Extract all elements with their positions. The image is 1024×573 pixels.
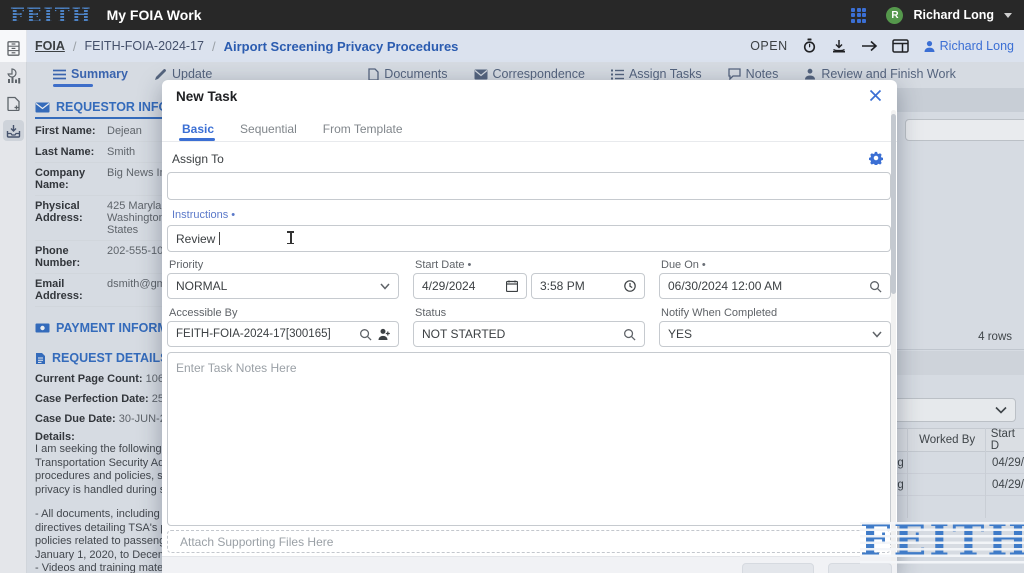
accessible-by-value: FEITH-FOIA-2024-17[300165]: [176, 328, 331, 340]
notify-select[interactable]: YES: [659, 321, 891, 347]
breadcrumb-case-title: Airport Screening Privacy Procedures: [223, 38, 459, 54]
avatar[interactable]: R: [886, 6, 904, 24]
start-date-label: Start Date •: [415, 259, 472, 271]
accessible-by-input[interactable]: FEITH-FOIA-2024-17[300165]: [167, 321, 399, 347]
assigned-user-label: Richard Long: [939, 39, 1014, 53]
dialog-footer: [162, 556, 897, 573]
divider: [162, 141, 897, 142]
search-icon: [624, 328, 636, 341]
breadcrumb-separator: /: [211, 38, 216, 54]
feith-watermark-logo: FEITH: [860, 518, 1024, 564]
search-icon: [870, 280, 882, 293]
breadcrumb-case-id[interactable]: FEITH-FOIA-2024-17: [84, 39, 203, 53]
user-menu[interactable]: Richard Long: [913, 8, 994, 22]
priority-value: NORMAL: [176, 279, 228, 293]
due-on-input[interactable]: 06/30/2024 12:00 AM: [659, 273, 891, 299]
start-date-input[interactable]: 4/29/2024: [413, 273, 527, 299]
breadcrumb-separator: /: [72, 38, 77, 54]
start-time-value: 3:58 PM: [540, 279, 585, 293]
tab-basic[interactable]: Basic: [182, 122, 214, 136]
instructions-input[interactable]: Review: [167, 225, 891, 252]
user-menu-caret-icon[interactable]: [1004, 12, 1012, 18]
top-bar: FEITH My FOIA Work R Richard Long: [0, 0, 1024, 30]
apps-grid-icon[interactable]: [851, 7, 867, 23]
due-on-label: Due On •: [661, 259, 706, 271]
download-icon[interactable]: [831, 38, 847, 54]
search-icon: [360, 328, 372, 341]
assign-to-label: Assign To: [172, 152, 224, 166]
feith-logo: FEITH: [10, 3, 93, 27]
dialog-tabs: Basic Sequential From Template: [182, 122, 403, 136]
tab-from-template[interactable]: From Template: [323, 122, 403, 136]
footer-button[interactable]: [742, 563, 814, 573]
modal-scrollbar[interactable]: [891, 110, 896, 565]
clock-icon: [624, 280, 636, 292]
breadcrumb-bar: FOIA / FEITH-FOIA-2024-17 / Airport Scre…: [27, 30, 1024, 62]
status-label: Status: [415, 307, 447, 319]
required-marker: •: [231, 209, 236, 221]
breadcrumb-foia-link[interactable]: FOIA: [35, 39, 65, 53]
instructions-value: Review: [176, 231, 216, 246]
start-time-input[interactable]: 3:58 PM: [531, 273, 645, 299]
chevron-down-icon: [872, 331, 882, 338]
instructions-label: Instructions •: [172, 209, 236, 221]
chevron-down-icon: [380, 283, 390, 290]
notify-label: Notify When Completed: [661, 307, 778, 319]
arrow-right-icon[interactable]: [861, 39, 878, 53]
person-icon: [924, 40, 935, 52]
priority-label: Priority: [169, 259, 204, 271]
assigned-user[interactable]: Richard Long: [923, 39, 1014, 53]
assign-to-input[interactable]: [167, 172, 891, 200]
assign-settings-gear-icon[interactable]: [869, 151, 883, 165]
accessible-by-label: Accessible By: [169, 307, 238, 319]
text-caret: [219, 232, 221, 245]
close-icon[interactable]: [869, 89, 883, 103]
app-title: My FOIA Work: [106, 7, 202, 23]
layout-panel-icon[interactable]: [891, 39, 909, 53]
required-marker: •: [467, 259, 472, 271]
archive-cabinet-icon[interactable]: [3, 38, 24, 59]
tab-sequential[interactable]: Sequential: [240, 122, 297, 136]
start-date-value: 4/29/2024: [422, 279, 476, 293]
status-badge: OPEN: [750, 39, 788, 53]
person-add-icon: [378, 328, 390, 340]
dialog-title: New Task: [176, 89, 238, 104]
status-input[interactable]: NOT STARTED: [413, 321, 645, 347]
task-notes-textarea[interactable]: Enter Task Notes Here: [167, 352, 891, 526]
attach-files-dropzone[interactable]: Attach Supporting Files Here: [167, 530, 891, 553]
notify-value: YES: [668, 327, 693, 341]
ibeam-cursor: [286, 231, 295, 244]
new-task-dialog: New Task Basic Sequential From Template …: [162, 80, 897, 573]
status-value: NOT STARTED: [422, 327, 506, 341]
required-marker: •: [701, 259, 706, 271]
calendar-icon: [506, 280, 518, 292]
stopwatch-icon[interactable]: [802, 38, 817, 54]
priority-select[interactable]: NORMAL: [167, 273, 399, 299]
due-on-value: 06/30/2024 12:00 AM: [668, 279, 783, 293]
